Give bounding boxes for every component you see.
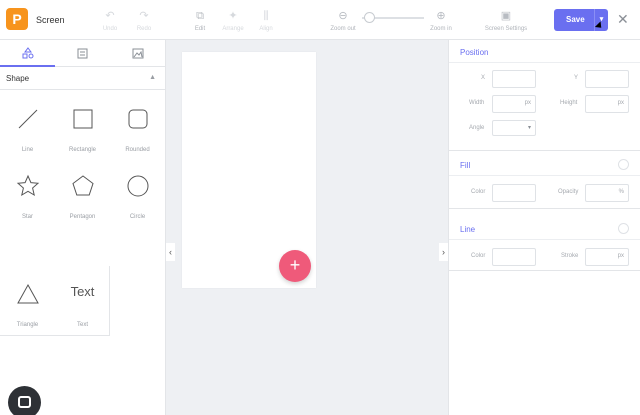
shape-section-header[interactable]: Shape ▲: [0, 68, 166, 90]
app-logo[interactable]: P: [6, 8, 28, 30]
line-toggle-icon[interactable]: [618, 223, 629, 234]
rectangle-icon: [73, 109, 92, 129]
zoom-out-button[interactable]: ⊖ Zoom out: [323, 8, 363, 32]
circle-icon: [127, 175, 148, 197]
fill-color-field[interactable]: [492, 184, 536, 202]
collapse-chevron-icon[interactable]: ▲: [149, 74, 156, 81]
height-field[interactable]: px: [585, 95, 629, 113]
chat-icon: [18, 396, 31, 408]
chevron-down-icon: ▾: [527, 125, 531, 131]
stroke-label: Stroke: [561, 253, 579, 259]
rounded-rectangle-icon: [128, 109, 147, 129]
fill-title: Fill: [460, 161, 471, 170]
tab-widgets[interactable]: [55, 40, 110, 67]
image-icon: [132, 48, 143, 59]
line-color-field[interactable]: [492, 248, 536, 266]
zoom-in-button[interactable]: ⊕ Zoom in: [421, 8, 461, 32]
chevron-left-icon: ‹: [169, 247, 172, 257]
width-field[interactable]: px: [492, 95, 536, 113]
align-button[interactable]: ⫼ Align: [246, 8, 286, 32]
text-icon: Text: [70, 284, 95, 299]
chevron-right-icon: ›: [442, 247, 445, 257]
position-section: Position X Y Width px Height px Angle ▾: [449, 40, 640, 151]
triangle-icon: [16, 283, 39, 304]
position-title: Position: [460, 48, 489, 57]
line-icon: [18, 109, 37, 129]
widgets-icon: [77, 48, 88, 59]
line-color-label: Color: [471, 253, 486, 259]
line-section: Line Color Stroke px: [449, 217, 640, 271]
properties-panel: Position X Y Width px Height px Angle ▾ …: [448, 40, 640, 415]
align-icon: ⫼: [263, 10, 269, 22]
shape-line[interactable]: Line: [0, 91, 55, 158]
close-icon[interactable]: ✕: [617, 11, 629, 28]
height-label: Height: [560, 100, 578, 106]
left-panel-tabs: [0, 40, 166, 67]
line-title: Line: [460, 225, 476, 234]
shape-rectangle[interactable]: Rectangle: [55, 91, 110, 158]
shape-circle[interactable]: Circle: [110, 158, 165, 225]
shape-grid-last-row: Triangle Text Text: [0, 266, 110, 336]
shape-text[interactable]: Text Text: [55, 266, 110, 333]
shape-pentagon[interactable]: Pentagon: [55, 158, 110, 225]
screen-settings-icon: ▣: [500, 10, 512, 22]
zoom-out-icon: ⊖: [338, 10, 348, 22]
shape-section-title: Shape: [6, 74, 30, 83]
screen-settings-button[interactable]: ▣ Screen Settings: [478, 8, 534, 32]
plus-icon: +: [289, 255, 301, 275]
opacity-field[interactable]: %: [585, 184, 629, 202]
collapse-right-panel-button[interactable]: ›: [439, 243, 448, 261]
redo-button[interactable]: ↷ Redo: [124, 8, 164, 32]
angle-label: Angle: [469, 125, 485, 131]
angle-select[interactable]: ▾: [492, 120, 536, 136]
app-title: Screen: [36, 15, 65, 25]
left-panel: Shape ▲ Line Rectangle Rounded Star Pent…: [0, 40, 166, 415]
shape-rounded[interactable]: Rounded: [110, 91, 165, 158]
tab-shapes[interactable]: [0, 40, 55, 67]
width-label: Width: [469, 100, 485, 106]
stroke-field[interactable]: px: [585, 248, 629, 266]
zoom-slider-handle[interactable]: [364, 12, 375, 23]
x-field[interactable]: [492, 70, 536, 88]
star-icon: [16, 174, 39, 197]
y-field[interactable]: [585, 70, 629, 88]
x-label: X: [481, 75, 486, 81]
redo-icon: ↷: [139, 10, 149, 22]
fill-section: Fill Color Opacity %: [449, 153, 640, 209]
fill-toggle-icon[interactable]: [618, 159, 629, 170]
pentagon-icon: [71, 175, 94, 196]
top-toolbar: P Screen ↶ Undo ↷ Redo ⧉ Edit ✦ Arrange …: [0, 0, 640, 40]
y-label: Y: [574, 75, 579, 81]
collapse-left-panel-button[interactable]: ‹: [166, 243, 175, 261]
tab-images[interactable]: [110, 40, 165, 67]
fill-color-label: Color: [471, 189, 486, 195]
add-button[interactable]: +: [279, 250, 311, 282]
shape-triangle[interactable]: Triangle: [0, 266, 55, 333]
zoom-in-icon: ⊕: [436, 10, 446, 22]
chat-button[interactable]: [8, 386, 41, 415]
opacity-label: Opacity: [558, 189, 579, 195]
shape-star[interactable]: Star: [0, 158, 55, 225]
shapes-icon: [22, 47, 33, 59]
